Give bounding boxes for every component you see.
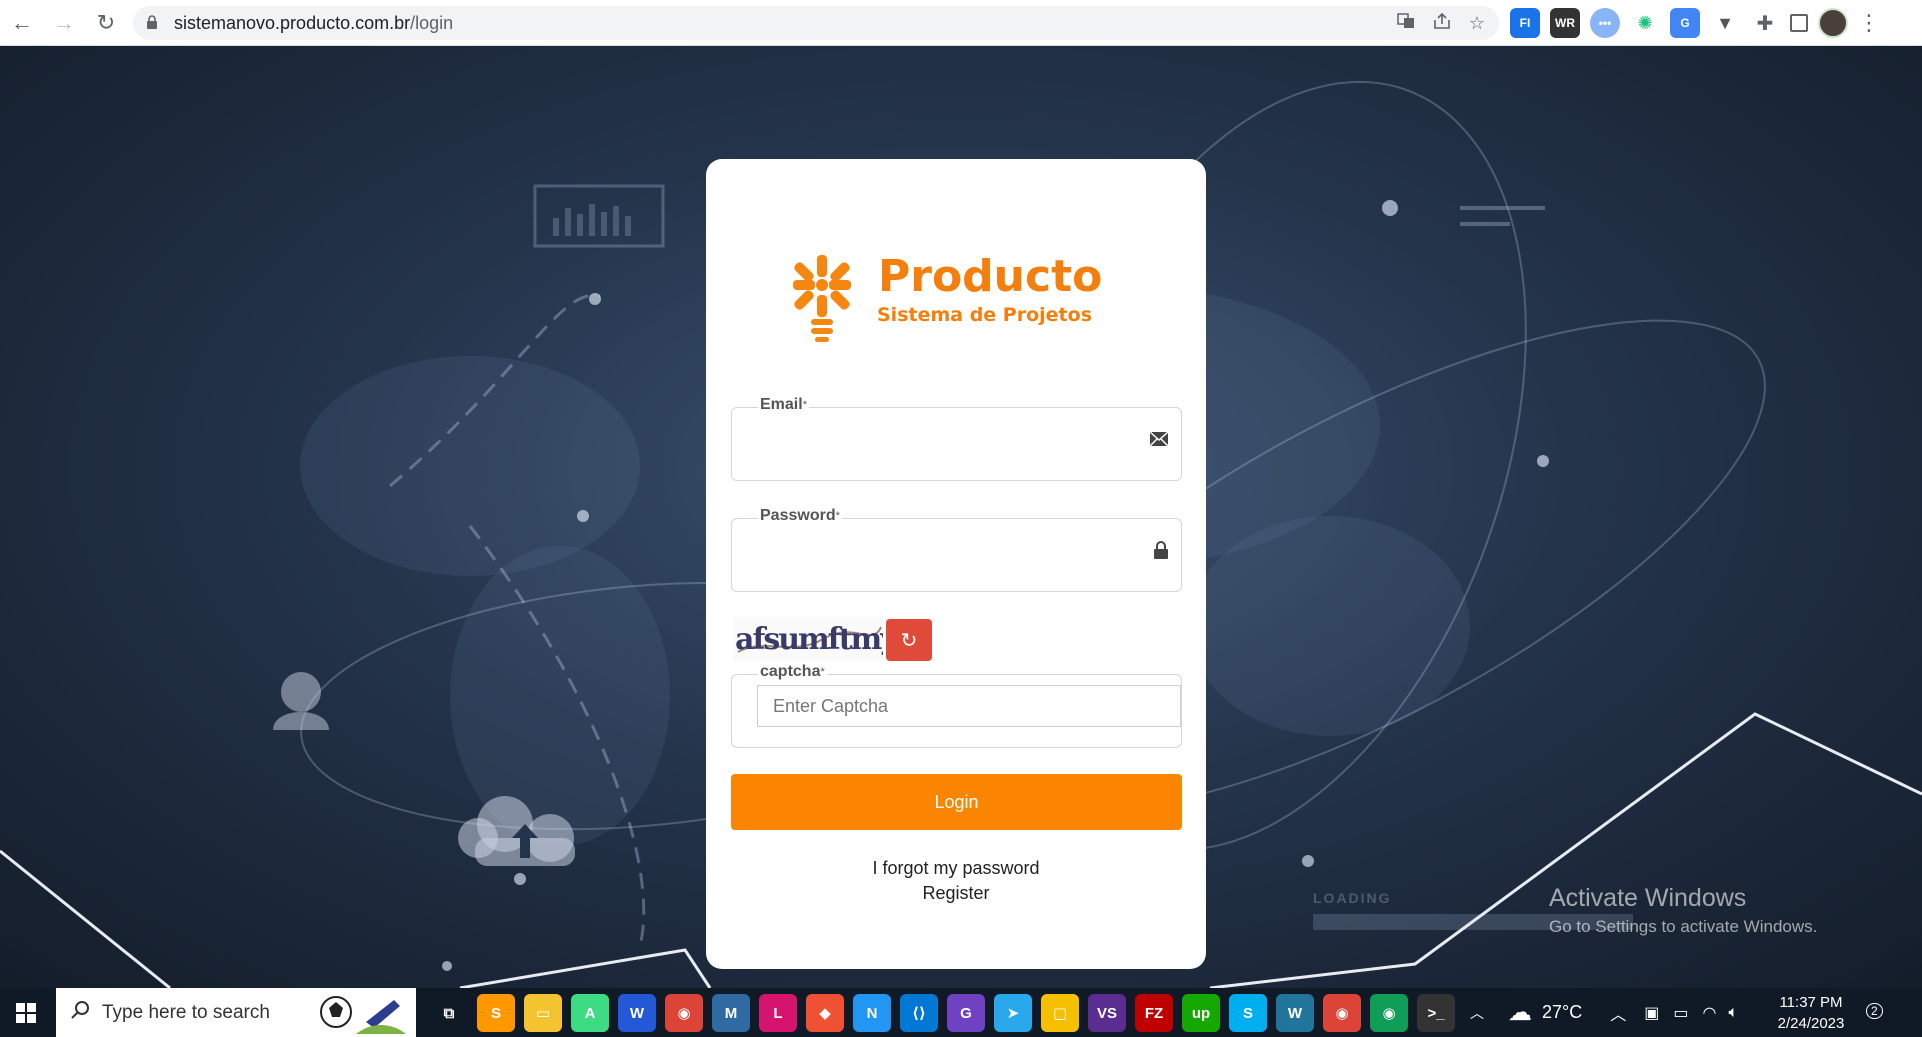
more-menu-icon[interactable]: ⋮ xyxy=(1858,10,1880,36)
taskbar-apps: ⧉ S ▭ A W ◉ M L ◆ N ⟨⟩ G ➤ ▢ VS FZ up S W ◉ ◉ >_ xyxy=(430,992,1455,1034)
chrome-icon[interactable]: ◉ xyxy=(665,994,703,1032)
file-explorer-icon[interactable]: ▭ xyxy=(524,994,562,1032)
activate-windows-subtitle: Go to Settings to activate Windows. xyxy=(1549,917,1818,936)
terminal-icon[interactable]: >_ xyxy=(1417,994,1455,1032)
battery-icon[interactable]: ▭ xyxy=(1673,1003,1688,1023)
git-icon[interactable]: ◆ xyxy=(806,994,844,1032)
password-label-text: Password xyxy=(760,507,836,524)
taskbar-search-box[interactable]: Type here to search xyxy=(56,988,416,1037)
sublime-text-icon[interactable]: S xyxy=(477,994,515,1032)
url-path: /login xyxy=(410,12,454,33)
network-tool-icon[interactable]: N xyxy=(853,994,891,1032)
filezilla-icon[interactable]: FZ xyxy=(1135,994,1173,1032)
profile-avatar[interactable] xyxy=(1818,8,1848,38)
github-desktop-icon[interactable]: G xyxy=(947,994,985,1032)
back-icon[interactable]: ← xyxy=(2,3,42,43)
refresh-icon: ↻ xyxy=(900,629,918,652)
activate-windows-watermark: Activate Windows Go to Settings to activ… xyxy=(1549,884,1817,937)
mysql-workbench-icon[interactable]: M xyxy=(712,994,750,1032)
login-page-background: LOADING Producto Sistema de Projetos Ema… xyxy=(0,46,1922,988)
url-text: sistemanovo.producto.com.br/login xyxy=(174,13,453,34)
show-hidden-icons[interactable]: ︿ xyxy=(1610,1001,1626,1025)
vscode-icon[interactable]: ⟨⟩ xyxy=(900,994,938,1032)
wps-icon[interactable]: W xyxy=(618,994,656,1032)
translate-extension-icon[interactable]: G xyxy=(1670,8,1700,38)
brand-title: Producto xyxy=(878,251,1103,302)
telegram-icon[interactable]: ➤ xyxy=(994,994,1032,1032)
upwork-icon[interactable]: up xyxy=(1182,994,1220,1032)
captcha-label-text: captcha xyxy=(760,663,821,680)
email-label: Email* xyxy=(758,395,809,415)
weather-temperature[interactable]: 27°C xyxy=(1542,1002,1582,1023)
chrome-active-icon[interactable]: ◉ xyxy=(1370,994,1408,1032)
email-field[interactable] xyxy=(742,422,1132,466)
openai-extension-icon[interactable]: ✺ xyxy=(1630,8,1660,38)
login-button[interactable]: Login xyxy=(731,774,1182,830)
vue-extension-icon[interactable]: ▼ xyxy=(1710,8,1740,38)
task-view-icon[interactable]: ⧉ xyxy=(430,994,468,1032)
taskbar-search-placeholder: Type here to search xyxy=(102,1001,270,1023)
password-label: Password* xyxy=(758,506,842,526)
reload-icon[interactable]: ↻ xyxy=(86,3,126,43)
captcha-fieldset: captcha* xyxy=(731,662,1182,748)
fi-extension-icon[interactable]: FI xyxy=(1510,8,1540,38)
windows-logo-icon xyxy=(16,1002,36,1023)
lock-icon xyxy=(146,14,162,32)
translate-page-icon[interactable] xyxy=(1397,12,1415,35)
email-label-text: Email xyxy=(760,396,803,413)
android-studio-icon[interactable]: A xyxy=(571,994,609,1032)
soccer-search-highlight-icon xyxy=(320,996,406,1034)
browser-toolbar: ← → ↻ sistemanovo.producto.com.br/login … xyxy=(0,0,1922,46)
address-bar[interactable]: sistemanovo.producto.com.br/login ☆ xyxy=(133,6,1499,40)
bookmark-star-icon[interactable]: ☆ xyxy=(1469,13,1485,34)
visual-studio-icon[interactable]: VS xyxy=(1088,994,1126,1032)
captcha-required-mark: * xyxy=(820,666,825,678)
captcha-refresh-button[interactable]: ↻ xyxy=(886,619,932,661)
forgot-password-link[interactable]: I forgot my password xyxy=(706,858,1206,879)
tray-overflow-icon[interactable]: ︿ xyxy=(1470,1003,1484,1023)
captcha-input[interactable] xyxy=(757,685,1181,727)
volume-icon[interactable]: 🔈︎ xyxy=(1728,1004,1738,1022)
dots-extension-icon[interactable]: ••• xyxy=(1590,8,1620,38)
email-fieldset: Email* xyxy=(731,395,1182,481)
envelope-icon xyxy=(1149,430,1169,453)
meet-now-icon[interactable]: ▣ xyxy=(1644,1003,1659,1023)
clock-time: 11:37 PM xyxy=(1779,994,1843,1011)
chrome-profile-icon[interactable]: ◉ xyxy=(1323,994,1361,1032)
lock-icon xyxy=(1153,541,1169,565)
password-field[interactable] xyxy=(742,533,1132,577)
password-fieldset: Password* xyxy=(731,506,1182,592)
forward-icon[interactable]: → xyxy=(44,3,84,43)
captcha-image-text: afsumftmy xyxy=(735,622,883,657)
login-card: Producto Sistema de Projetos Email* Pass… xyxy=(706,159,1206,969)
notification-count: 2 xyxy=(1866,1003,1883,1019)
notes-icon[interactable]: ▢ xyxy=(1041,994,1079,1032)
captcha-label: captcha* xyxy=(758,662,827,682)
puzzle-extensions-icon[interactable]: ✚ xyxy=(1750,8,1780,38)
email-required-mark: * xyxy=(802,399,807,411)
lightbulb-logo-icon xyxy=(793,255,851,342)
activate-windows-title: Activate Windows xyxy=(1549,884,1747,912)
svg-text:LOADING: LOADING xyxy=(1313,890,1392,906)
brand-subtitle: Sistema de Projetos xyxy=(877,304,1093,326)
system-tray: ︿ ☁ 27°C ︿ ▣ ▭ ◠ 🔈︎ xyxy=(1470,988,1738,1037)
password-required-mark: * xyxy=(835,510,840,522)
captcha-image: afsumftmy xyxy=(733,617,901,661)
wifi-icon[interactable]: ◠ xyxy=(1702,1003,1716,1023)
windows-taskbar: Type here to search ⧉ S ▭ A W ◉ M L ◆ N ⟨⟩ G ➤ ▢ VS FZ u… xyxy=(0,988,1922,1037)
wr-extension-icon[interactable]: WR xyxy=(1550,8,1580,38)
clock-date: 2/24/2023 xyxy=(1777,1015,1845,1032)
side-panel-icon[interactable] xyxy=(1790,14,1808,32)
share-icon[interactable] xyxy=(1433,12,1451,35)
skype-icon[interactable]: S xyxy=(1229,994,1267,1032)
notification-center-icon[interactable]: 2 xyxy=(1866,998,1883,1021)
weather-cloud-icon[interactable]: ☁ xyxy=(1508,998,1532,1027)
url-host: sistemanovo.producto.com.br xyxy=(174,12,411,33)
laragon-icon[interactable]: L xyxy=(759,994,797,1032)
wordpress-icon[interactable]: W xyxy=(1276,994,1314,1032)
register-link[interactable]: Register xyxy=(706,883,1206,904)
search-icon xyxy=(70,1000,90,1026)
taskbar-clock[interactable]: 11:37 PM 2/24/2023 xyxy=(1766,992,1856,1034)
start-button[interactable] xyxy=(0,988,52,1037)
